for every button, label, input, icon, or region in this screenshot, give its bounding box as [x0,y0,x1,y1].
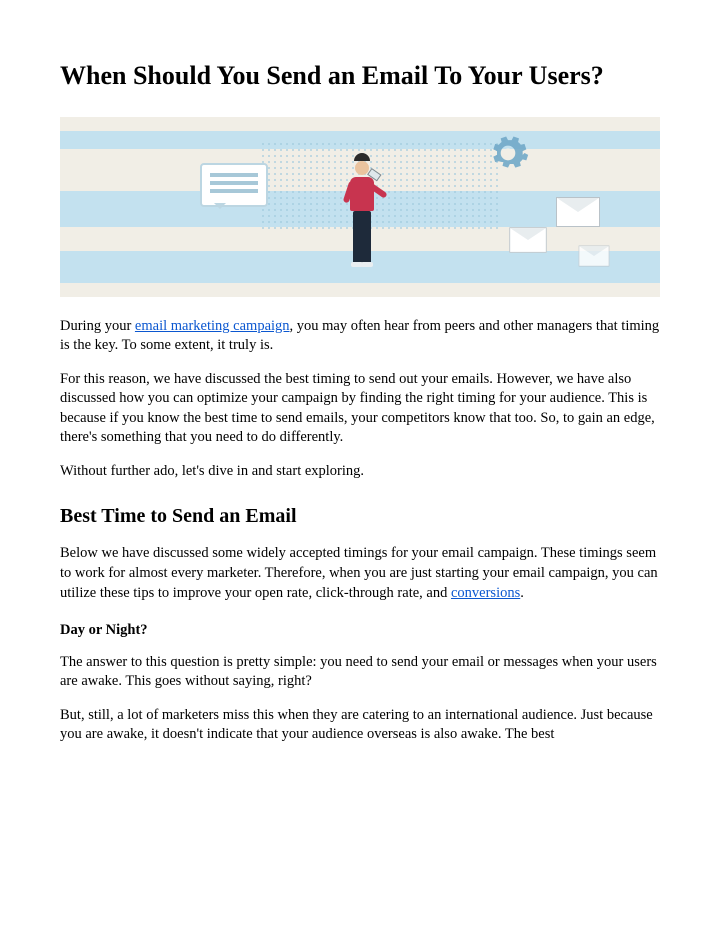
paragraph-intro: During your email marketing campaign, yo… [60,317,660,356]
paragraph: Below we have discussed some widely acce… [60,544,660,603]
text: During your [60,318,135,334]
paragraph: The answer to this question is pretty si… [60,653,660,692]
envelope-icon [579,245,610,266]
speech-bubble-icon [200,163,268,207]
link-conversions[interactable]: conversions [451,585,520,601]
gear-icon [486,131,530,175]
envelope-icon [509,227,546,253]
paragraph: For this reason, we have discussed the b… [60,370,660,448]
text: Below we have discussed some widely acce… [60,545,658,600]
envelope-icon [556,197,600,227]
paragraph: But, still, a lot of marketers miss this… [60,706,660,745]
text: . [520,585,524,601]
person-with-phone-icon [340,167,384,287]
section-heading: Best Time to Send an Email [60,503,660,530]
paragraph: Without further ado, let's dive in and s… [60,462,660,482]
page-title: When Should You Send an Email To Your Us… [60,60,660,93]
link-email-marketing-campaign[interactable]: email marketing campaign [135,318,290,334]
hero-illustration [60,117,660,297]
subheading-day-or-night: Day or Night? [60,621,660,641]
